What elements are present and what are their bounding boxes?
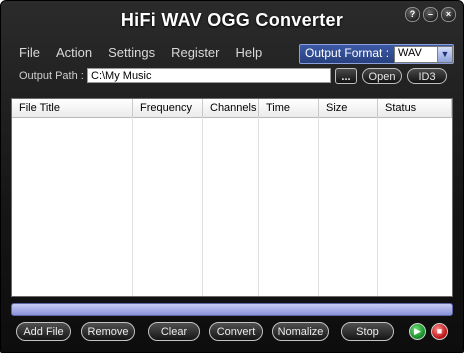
menu-file[interactable]: File — [19, 45, 40, 60]
column-time — [259, 117, 319, 296]
close-icon[interactable]: × — [441, 7, 456, 22]
stop-button[interactable]: Stop — [341, 322, 394, 341]
menu-help[interactable]: Help — [236, 45, 263, 60]
title-bar[interactable]: HiFi WAV OGG Converter ? – × — [1, 1, 463, 37]
column-header-time[interactable]: Time — [259, 99, 319, 117]
output-format-select[interactable]: WAV ▼ — [394, 46, 453, 63]
menu-action[interactable]: Action — [56, 45, 92, 60]
convert-button[interactable]: Convert — [209, 322, 263, 341]
table-header: File Title Frequency Channels Time Size … — [12, 99, 452, 118]
progress-bar — [11, 303, 453, 316]
table-body — [12, 117, 452, 296]
column-size — [319, 117, 378, 296]
window-controls: ? – × — [405, 7, 456, 22]
menu-bar: File Action Settings Register Help — [19, 45, 278, 60]
output-format-label: Output Format : — [305, 46, 390, 60]
menu-settings[interactable]: Settings — [108, 45, 155, 60]
help-icon[interactable]: ? — [405, 7, 420, 22]
id3-button[interactable]: ID3 — [407, 68, 447, 84]
column-header-channels[interactable]: Channels — [203, 99, 259, 117]
output-format-value: WAV — [398, 47, 422, 59]
open-button[interactable]: Open — [362, 68, 402, 84]
column-file-title — [12, 117, 133, 296]
normalize-button[interactable]: Nomalize — [272, 322, 329, 341]
minimize-icon[interactable]: – — [423, 7, 438, 22]
clear-button[interactable]: Clear — [148, 322, 200, 341]
output-path-field[interactable]: C:\My Music — [87, 68, 331, 83]
column-header-status[interactable]: Status — [378, 99, 452, 117]
remove-button[interactable]: Remove — [81, 322, 135, 341]
app-window: HiFi WAV OGG Converter ? – × File Action… — [0, 0, 464, 353]
output-format-panel: Output Format : WAV ▼ — [299, 44, 454, 64]
column-frequency — [133, 117, 203, 296]
file-list-table[interactable]: File Title Frequency Channels Time Size … — [11, 98, 453, 297]
stop-icon[interactable]: ■ — [431, 323, 448, 340]
column-header-file-title[interactable]: File Title — [12, 99, 133, 117]
column-header-frequency[interactable]: Frequency — [133, 99, 203, 117]
output-path-label: Output Path : — [19, 70, 84, 82]
column-status — [378, 117, 452, 296]
browse-button[interactable]: ... — [335, 68, 357, 84]
column-channels — [203, 117, 259, 296]
menu-register[interactable]: Register — [171, 45, 219, 60]
chevron-down-icon[interactable]: ▼ — [437, 47, 452, 62]
window-title: HiFi WAV OGG Converter — [120, 10, 344, 30]
play-icon[interactable]: ▶ — [409, 323, 426, 340]
column-header-size[interactable]: Size — [319, 99, 378, 117]
add-file-button[interactable]: Add File — [16, 322, 71, 341]
